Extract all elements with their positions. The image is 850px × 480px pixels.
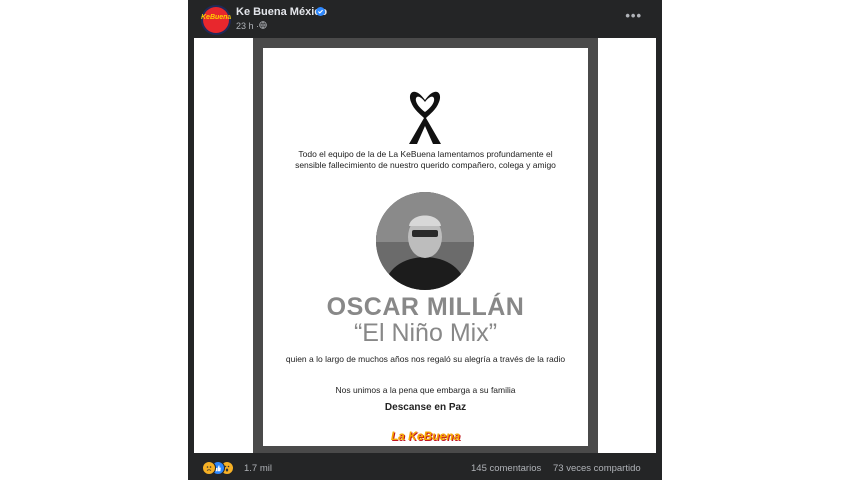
globe-icon [259, 21, 267, 29]
deceased-nickname: “El Niño Mix” [353, 319, 498, 347]
memorial-card: Todo el equipo de la de La KeBuena lamen… [253, 38, 598, 453]
post-footer: 1.7 mil 145 comentarios 73 veces compart… [188, 453, 662, 480]
mourning-ribbon-icon [409, 91, 441, 144]
tribute-text: quien a lo largo de muchos años nos rega… [285, 354, 566, 364]
page-avatar[interactable]: KeBuena [201, 5, 231, 35]
post-image[interactable]: Todo el equipo de la de La KeBuena lamen… [194, 38, 656, 453]
kebuena-logo: La KeBuena [390, 429, 461, 443]
more-options-icon[interactable]: ••• [625, 8, 642, 23]
page-name-link[interactable]: Ke Buena México [236, 6, 327, 18]
family-condolence-text: Nos unimos a la pena que embarga a su fa… [335, 385, 516, 395]
verified-badge-icon [316, 7, 325, 16]
sad-reaction-icon [202, 461, 216, 475]
deceased-name: OSCAR MILLÁN [326, 293, 525, 321]
condolence-intro: Todo el equipo de la de La KeBuena lamen… [295, 149, 556, 170]
shares-count-link[interactable]: 73 veces compartido [553, 463, 641, 474]
portrait-photo [376, 192, 474, 290]
facebook-post: KeBuena Ke Buena México 23 h · ••• Todo … [188, 0, 662, 480]
reaction-count[interactable]: 1.7 mil [244, 463, 272, 474]
rest-in-peace-text: Descanse en Paz [384, 402, 467, 413]
comments-count-link[interactable]: 145 comentarios [471, 463, 541, 474]
post-meta: 23 h · [236, 21, 259, 31]
post-time[interactable]: 23 h [236, 21, 254, 31]
avatar-logo-text: KeBuena [201, 14, 231, 21]
memorial-card-content: Todo el equipo de la de La KeBuena lamen… [263, 48, 588, 446]
